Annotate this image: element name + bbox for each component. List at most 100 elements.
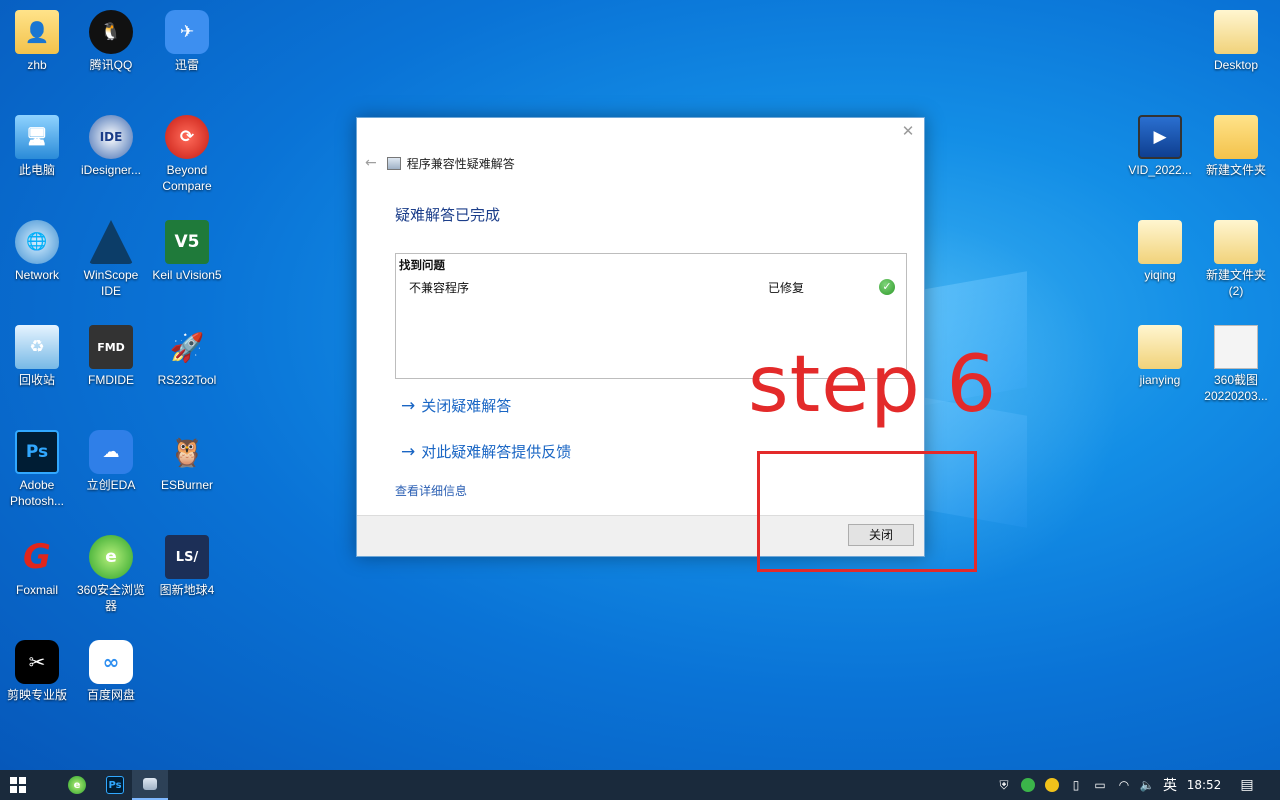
desktop-icon-jianying[interactable]: jianying bbox=[1123, 319, 1197, 388]
ime-indicator: 英 bbox=[1163, 778, 1177, 794]
computer-icon: 🖥 bbox=[15, 115, 59, 159]
problem-status: 已修复 bbox=[768, 281, 805, 295]
troubleshooter-app-icon bbox=[143, 778, 157, 790]
desktop-icon-new-folder-2[interactable]: 新建文件夹 (2) bbox=[1199, 214, 1273, 299]
tray-usb[interactable]: ▯ bbox=[1066, 770, 1086, 800]
usb-icon: ▯ bbox=[1072, 778, 1080, 792]
problem-name: 不兼容程序 bbox=[409, 281, 470, 295]
checkmark-icon: ✓ bbox=[879, 279, 895, 295]
tray-battery[interactable]: ▭ bbox=[1090, 770, 1110, 800]
desktop-icon-jianying-pro[interactable]: ✂ 剪映专业版 bbox=[0, 634, 74, 703]
folder-icon bbox=[1138, 220, 1182, 264]
wifi-icon: ◠ bbox=[1118, 778, 1130, 792]
desktop-icon-keil[interactable]: V5 Keil uVision5 bbox=[150, 214, 224, 283]
view-details-link[interactable]: 查看详细信息 bbox=[395, 482, 467, 499]
taskbar-troubleshooter[interactable] bbox=[132, 770, 168, 800]
desktop-icon-winscope[interactable]: WinScope IDE bbox=[74, 214, 148, 299]
tray-volume[interactable]: 🔈 bbox=[1137, 770, 1157, 800]
video-file-icon: ▶ bbox=[1138, 115, 1182, 159]
rocket-icon: 🚀 bbox=[169, 330, 205, 364]
folder-icon bbox=[1214, 220, 1258, 264]
desktop-icon-rs232tool[interactable]: 🚀 RS232Tool bbox=[150, 319, 224, 388]
desktop-icon-baidu-netdisk[interactable]: ∞ 百度网盘 bbox=[74, 634, 148, 703]
tray-360-safe[interactable] bbox=[1042, 770, 1062, 800]
folder-icon bbox=[1138, 325, 1182, 369]
desktop-icon-360-screenshot[interactable]: 360截图 20220203... bbox=[1199, 319, 1273, 404]
chip-icon: FMD bbox=[89, 325, 133, 369]
start-button[interactable] bbox=[0, 770, 36, 800]
feedback-label: 对此疑难解答提供反馈 bbox=[421, 443, 572, 461]
dialog-header-title: 程序兼容性疑难解答 bbox=[406, 156, 515, 171]
screenshot-file-icon bbox=[1214, 325, 1258, 369]
arrow-right-icon: → bbox=[401, 395, 416, 416]
close-troubleshooter-link[interactable]: → 关闭疑难解答 bbox=[401, 395, 511, 416]
recycle-bin-icon: ♻ bbox=[15, 325, 59, 369]
dialog-title: 疑难解答已完成 bbox=[395, 206, 501, 224]
close-troubleshooter-label: 关闭疑难解答 bbox=[421, 397, 512, 415]
problems-found-heading: 找到问题 bbox=[399, 258, 445, 272]
desktop-icon-thunder[interactable]: ✈ 迅雷 bbox=[150, 4, 224, 73]
desktop-icon-network[interactable]: 🌐 Network bbox=[0, 214, 74, 283]
cloud-eda-icon: ☁ bbox=[89, 430, 133, 474]
desktop-icon-qq[interactable]: 🐧 腾讯QQ bbox=[74, 4, 148, 73]
keil-icon: V5 bbox=[165, 220, 209, 264]
notification-icon: ▤ bbox=[1240, 777, 1254, 793]
back-arrow-icon[interactable]: ← bbox=[365, 155, 377, 171]
shield-icon: ⛨ bbox=[999, 777, 1009, 792]
highlight-box bbox=[757, 451, 977, 572]
user-folder-icon: 👤 bbox=[15, 10, 59, 54]
photoshop-icon: Ps bbox=[15, 430, 59, 474]
taskbar-360-browser[interactable]: e bbox=[66, 770, 88, 800]
jianying-icon: ✂ bbox=[15, 640, 59, 684]
desktop-icon-desktop-folder[interactable]: Desktop bbox=[1199, 4, 1273, 73]
desktop-icon-lceda[interactable]: ☁ 立创EDA bbox=[74, 424, 148, 493]
desktop-icon-idesigner[interactable]: IDE iDesigner... bbox=[74, 109, 148, 178]
desktop-icon-this-pc[interactable]: 🖥 此电脑 bbox=[0, 109, 74, 178]
step-annotation: step 6 bbox=[748, 340, 998, 430]
tray-ime[interactable]: 英 bbox=[1160, 770, 1180, 800]
desktop-icon-new-folder[interactable]: 新建文件夹 bbox=[1199, 109, 1273, 178]
baidu-netdisk-icon: ∞ bbox=[89, 640, 133, 684]
qq-penguin-icon: 🐧 bbox=[89, 10, 133, 54]
tray-shield[interactable]: ⛨ bbox=[994, 770, 1014, 800]
360-safe-icon bbox=[1045, 778, 1059, 792]
feedback-link[interactable]: → 对此疑难解答提供反馈 bbox=[401, 441, 571, 462]
desktop-icon-fmdide[interactable]: FMD FMDIDE bbox=[74, 319, 148, 388]
tray-360[interactable] bbox=[1018, 770, 1038, 800]
close-icon[interactable]: ✕ bbox=[900, 122, 916, 140]
desktop-icon-yiqing[interactable]: yiqing bbox=[1123, 214, 1197, 283]
desktop-icon-video[interactable]: ▶ VID_2022... bbox=[1123, 109, 1197, 178]
folder-icon bbox=[1214, 10, 1258, 54]
windows-start-icon bbox=[10, 777, 26, 793]
desktop-icon-recycle-bin[interactable]: ♻ 回收站 bbox=[0, 319, 74, 388]
volume-icon: 🔈 bbox=[1139, 778, 1155, 792]
taskbar-photoshop[interactable]: Ps bbox=[104, 770, 126, 800]
360-browser-icon: e bbox=[68, 776, 86, 794]
clock-time: 18:52 bbox=[1186, 778, 1222, 792]
desktop-icon-360-browser[interactable]: e 360安全浏览器 bbox=[74, 529, 148, 614]
360-browser-icon: e bbox=[89, 535, 133, 579]
foxmail-icon: G bbox=[23, 537, 51, 577]
troubleshooter-app-icon bbox=[386, 156, 401, 170]
desktop-icon-esburner[interactable]: 🦉 ESBurner bbox=[150, 424, 224, 493]
folder-icon bbox=[1214, 115, 1258, 159]
globe4-icon: LS/ bbox=[165, 535, 209, 579]
arrow-right-icon: → bbox=[401, 441, 416, 462]
desktop-icon-tuxin-earth[interactable]: LS/ 图新地球4 bbox=[150, 529, 224, 598]
taskbar: e Ps ⛨ ▯ ▭ ◠ 🔈 英 18:52 ▤ bbox=[0, 770, 1280, 800]
battery-icon: ▭ bbox=[1094, 778, 1106, 792]
desktop-icon-photoshop[interactable]: Ps Adobe Photosh... bbox=[0, 424, 74, 509]
desktop-icon-foxmail[interactable]: G Foxmail bbox=[0, 529, 74, 598]
desktop-icon-zhb[interactable]: 👤 zhb bbox=[0, 4, 74, 73]
ide-disc-icon: IDE bbox=[89, 115, 133, 159]
thunder-bird-icon: ✈ bbox=[165, 10, 209, 54]
network-globe-icon: 🌐 bbox=[15, 220, 59, 264]
tray-wifi[interactable]: ◠ bbox=[1114, 770, 1134, 800]
dialog-header: ← 程序兼容性疑难解答 bbox=[365, 154, 515, 172]
winscope-icon bbox=[89, 220, 133, 264]
tray-clock[interactable]: 18:52 bbox=[1186, 770, 1222, 800]
owl-icon: 🦉 bbox=[169, 435, 205, 469]
action-center-button[interactable]: ▤ bbox=[1236, 770, 1258, 800]
desktop-icon-beyond-compare[interactable]: ⟳ Beyond Compare bbox=[150, 109, 224, 194]
photoshop-icon: Ps bbox=[106, 776, 124, 794]
